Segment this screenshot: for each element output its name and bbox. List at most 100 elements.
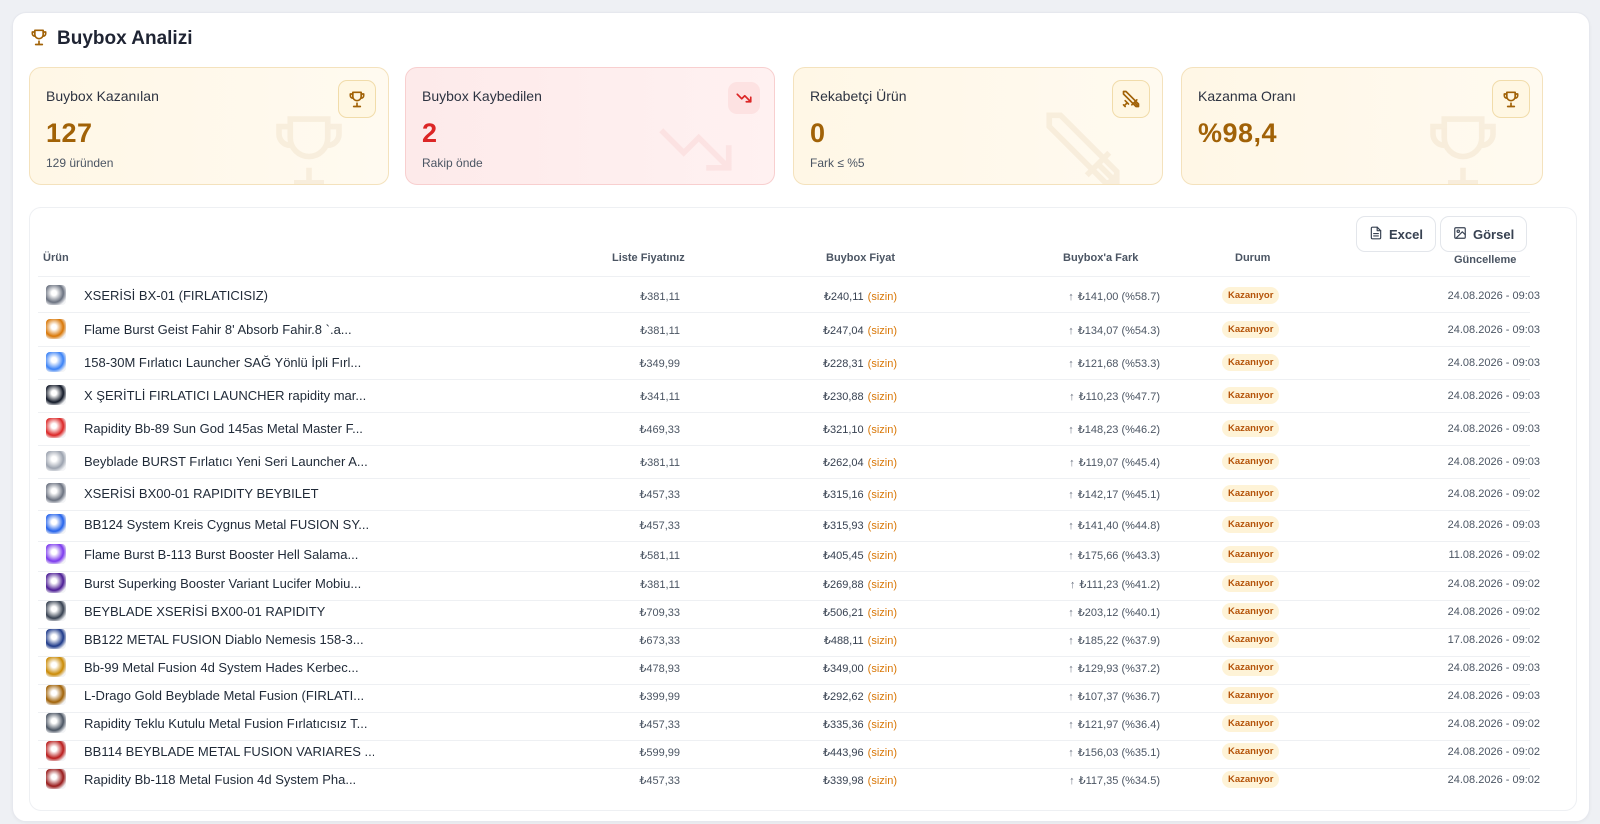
stat-cards: Buybox Kazanılan 127 129 üründen Buybox … (29, 67, 1577, 185)
trophy-icon (338, 80, 376, 118)
updated-at: 24.08.2026 - 09:03 (1447, 357, 1540, 369)
buybox-diff-cell: ↑ ₺141,00 (%58.7) (1068, 290, 1160, 303)
trend-down-icon (728, 82, 760, 114)
buybox-diff: ₺134,07 (%54.3) (1077, 325, 1160, 337)
row-divider (38, 312, 1530, 313)
table-row[interactable]: X ŞERİTLİ FIRLATICI LAUNCHER rapidity ma… (30, 381, 1578, 409)
updated-at: 17.08.2026 - 09:02 (1447, 634, 1540, 646)
updated-at: 24.08.2026 - 09:03 (1447, 290, 1540, 302)
list-price: ₺599,99 (639, 747, 680, 759)
product-name[interactable]: Bb-99 Metal Fusion 4d System Hades Kerbe… (84, 660, 359, 675)
you-label: (sizin) (867, 607, 897, 619)
product-name[interactable]: Rapidity Bb-118 Metal Fusion 4d System P… (84, 772, 356, 787)
buybox-price-cell: ₺506,21 (sizin) (823, 606, 897, 619)
buybox-price: ₺315,93 (823, 520, 864, 532)
table-row[interactable]: BEYBLADE XSERİSİ BX00-01 RAPIDITY ₺709,33… (30, 597, 1578, 625)
list-price: ₺478,93 (639, 663, 680, 675)
table-row[interactable]: BB124 System Kreis Cygnus Metal FUSION S… (30, 510, 1578, 538)
list-price: ₺381,11 (640, 291, 680, 303)
status-badge: Kazanıyor (1222, 715, 1280, 732)
excel-export-label: Excel (1389, 226, 1423, 242)
table-row[interactable]: XSERİSİ BX00-01 RAPIDITY BEYBILET ₺457,33… (30, 479, 1578, 507)
updated-at: 24.08.2026 - 09:02 (1447, 578, 1540, 590)
table-row[interactable]: XSERİSİ BX-01 (FIRLATICISIZ) ₺381,11 ₺240,… (30, 281, 1578, 309)
product-name[interactable]: BB122 METAL FUSION Diablo Nemesis 158-3.… (84, 632, 364, 647)
you-label: (sizin) (867, 691, 897, 703)
buybox-diff: ₺129,93 (%37.2) (1077, 663, 1160, 675)
updated-at: 24.08.2026 - 09:02 (1447, 606, 1540, 618)
list-price: ₺469,33 (639, 424, 680, 436)
product-name[interactable]: XSERİSİ BX00-01 RAPIDITY BEYBILET (84, 486, 319, 501)
card-subtitle: 129 üründen (46, 156, 114, 170)
buybox-diff: ₺117,35 (%34.5) (1078, 775, 1160, 787)
buybox-panel: Buybox Analizi Buybox Kazanılan 127 129 … (12, 12, 1590, 822)
stat-card-win-rate: Kazanma Oranı %98,4 (1181, 67, 1543, 185)
buybox-diff: ₺110,23 (%47.7) (1078, 391, 1160, 403)
product-name[interactable]: L-Drago Gold Beyblade Metal Fusion (FIRL… (84, 688, 364, 703)
buybox-price-cell: ₺247,04 (sizin) (823, 324, 897, 337)
arrow-up-icon: ↑ (1068, 550, 1074, 562)
buybox-price: ₺506,21 (823, 607, 864, 619)
product-name[interactable]: Rapidity Teklu Kutulu Metal Fusion Fırla… (84, 716, 367, 731)
buybox-diff-cell: ↑ ₺107,37 (%36.7) (1068, 690, 1160, 703)
column-header-diff: Buybox'a Fark (1063, 252, 1139, 264)
buybox-price-cell: ₺339,98 (sizin) (823, 774, 897, 787)
arrow-up-icon: ↑ (1068, 635, 1074, 647)
product-name[interactable]: BEYBLADE XSERİSİ BX00-01 RAPIDITY (84, 604, 325, 619)
table-row[interactable]: BB122 METAL FUSION Diablo Nemesis 158-3.… (30, 625, 1578, 653)
excel-export-button[interactable]: Excel (1356, 216, 1436, 252)
table-row[interactable]: 158-30M Fırlatıcı Launcher SAĞ Yönlü İpl… (30, 348, 1578, 376)
table-row[interactable]: Rapidity Teklu Kutulu Metal Fusion Fırla… (30, 709, 1578, 737)
table-row[interactable]: Beyblade BURST Fırlatıcı Yeni Seri Launc… (30, 447, 1578, 475)
buybox-price-cell: ₺443,96 (sizin) (823, 746, 897, 759)
trophy-icon (1492, 80, 1530, 118)
table-row[interactable]: Bb-99 Metal Fusion 4d System Hades Kerbe… (30, 653, 1578, 681)
image-export-button[interactable]: Görsel (1440, 216, 1528, 252)
table-row[interactable]: BB114 BEYBLADE METAL FUSION VARIARES ...… (30, 737, 1578, 765)
column-header-buybox-price: Buybox Fiyat (826, 252, 896, 264)
status-badge: Kazanıyor (1222, 321, 1280, 338)
status-badge: Kazanıyor (1222, 631, 1280, 648)
updated-at: 24.08.2026 - 09:03 (1447, 662, 1540, 674)
arrow-up-icon: ↑ (1069, 457, 1075, 469)
you-label: (sizin) (867, 719, 897, 731)
table-row[interactable]: Rapidity Bb-89 Sun God 145as Metal Maste… (30, 414, 1578, 442)
product-name[interactable]: Burst Superking Booster Variant Lucifer … (84, 576, 361, 591)
updated-at: 24.08.2026 - 09:03 (1447, 519, 1540, 531)
product-name[interactable]: BB114 BEYBLADE METAL FUSION VARIARES ... (84, 744, 374, 759)
buybox-diff-cell: ↑ ₺110,23 (%47.7) (1069, 390, 1160, 403)
card-subtitle: Rakip önde (422, 156, 483, 170)
product-name[interactable]: Beyblade BURST Fırlatıcı Yeni Seri Launc… (84, 454, 368, 469)
product-name[interactable]: Rapidity Bb-89 Sun God 145as Metal Maste… (84, 421, 363, 436)
list-price: ₺673,33 (639, 635, 680, 647)
buybox-diff-cell: ↑ ₺156,03 (%35.1) (1068, 746, 1160, 759)
table-row[interactable]: L-Drago Gold Beyblade Metal Fusion (FIRL… (30, 681, 1578, 709)
status-badge: Kazanıyor (1222, 453, 1280, 470)
status-badge: Kazanıyor (1222, 546, 1280, 563)
card-value: %98,4 (1198, 118, 1278, 148)
table-row[interactable]: Flame Burst B-113 Burst Booster Hell Sal… (30, 540, 1578, 568)
buybox-price: ₺335,36 (823, 719, 864, 731)
table-row[interactable]: Rapidity Bb-118 Metal Fusion 4d System P… (30, 765, 1578, 793)
product-name[interactable]: Flame Burst B-113 Burst Booster Hell Sal… (84, 547, 358, 562)
product-name[interactable]: 158-30M Fırlatıcı Launcher SAĞ Yönlü İpl… (84, 355, 361, 370)
you-label: (sizin) (867, 424, 897, 436)
list-price: ₺457,33 (639, 775, 680, 787)
product-name[interactable]: XSERİSİ BX-01 (FIRLATICISIZ) (84, 288, 268, 303)
page-title: Buybox Analizi (57, 28, 193, 49)
table-row[interactable]: Flame Burst Geist Fahir 8' Absorb Fahir.… (30, 315, 1578, 343)
product-thumbnail (46, 418, 66, 438)
buybox-price: ₺240,11 (823, 291, 864, 303)
table-row[interactable]: Burst Superking Booster Variant Lucifer … (30, 569, 1578, 597)
product-name[interactable]: BB124 System Kreis Cygnus Metal FUSION S… (84, 517, 369, 532)
product-thumbnail (46, 285, 66, 305)
buybox-diff-cell: ↑ ₺121,97 (%36.4) (1068, 718, 1160, 731)
product-name[interactable]: X ŞERİTLİ FIRLATICI LAUNCHER rapidity ma… (84, 388, 366, 403)
buybox-diff: ₺175,66 (%43.3) (1077, 550, 1160, 562)
buybox-price: ₺321,10 (823, 424, 864, 436)
product-name[interactable]: Flame Burst Geist Fahir 8' Absorb Fahir.… (84, 322, 352, 337)
updated-at: 11.08.2026 - 09:02 (1448, 549, 1540, 561)
buybox-diff-cell: ↑ ₺111,23 (%41.2) (1070, 578, 1160, 591)
updated-at: 24.08.2026 - 09:02 (1447, 488, 1540, 500)
buybox-price-cell: ₺240,11 (sizin) (824, 290, 897, 303)
